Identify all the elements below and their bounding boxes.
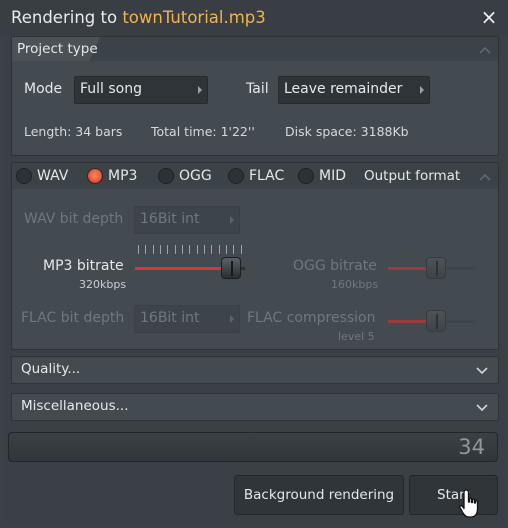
quality-label: Quality...: [21, 361, 81, 377]
mid-label[interactable]: MID: [319, 168, 346, 184]
window-title: Rendering to townTutorial.mp3: [11, 8, 266, 27]
flac-bit-depth-dropdown[interactable]: 16Bit int: [134, 305, 240, 333]
start-button[interactable]: Start: [409, 475, 498, 515]
flac-bit-depth-label: FLAC bit depth: [21, 310, 125, 326]
chevron-up-icon[interactable]: [478, 43, 492, 57]
flac-compression-knob[interactable]: [426, 310, 446, 332]
tail-value: Leave remainder: [284, 81, 403, 97]
slider-tick: [182, 245, 184, 254]
ogg-bitrate-label: OGG bitrate: [293, 258, 377, 274]
flac-compression-value: level 5: [338, 330, 375, 343]
tail-dropdown[interactable]: Leave remainder: [278, 76, 430, 104]
hand-cursor-icon: [459, 489, 479, 518]
output-format-panel: WAV MP3 OGG FLAC MID Output format WAV b…: [11, 162, 499, 350]
mode-dropdown[interactable]: Full song: [74, 76, 208, 104]
window-title-file: townTutorial.mp3: [122, 8, 266, 27]
render-progress-bar: 34: [8, 432, 498, 462]
slider-tick: [211, 245, 213, 254]
miscellaneous-label: Miscellaneous...: [21, 398, 129, 414]
ogg-bitrate-knob[interactable]: [426, 257, 446, 279]
ogg-radio[interactable]: [158, 168, 174, 184]
title-bar: Rendering to townTutorial.mp3 ×: [0, 0, 508, 36]
project-type-title: Project type: [17, 41, 98, 57]
mp3-bitrate-fill: [135, 267, 231, 270]
length-info: Length: 34 bars: [24, 124, 123, 139]
slider-tick: [240, 245, 242, 254]
slider-tick: [204, 245, 206, 254]
wav-bit-depth-dropdown[interactable]: 16Bit int: [134, 206, 240, 234]
mp3-label[interactable]: MP3: [108, 168, 137, 184]
ogg-bitrate-value: 160kbps: [331, 278, 379, 291]
caret-right-icon: [230, 216, 234, 224]
mp3-bitrate-value: 320kbps: [79, 278, 127, 291]
slider-tick: [167, 245, 169, 254]
mp3-bitrate-knob[interactable]: [221, 257, 241, 279]
slider-tick: [218, 245, 220, 254]
mp3-bitrate-ticks: [138, 245, 242, 254]
mode-value: Full song: [80, 81, 143, 97]
total-time-info: Total time: 1'22'': [151, 124, 255, 139]
render-progress-fill: [9, 433, 497, 461]
project-type-header[interactable]: Project type: [12, 37, 498, 61]
close-icon[interactable]: ×: [480, 7, 498, 27]
chevron-down-icon[interactable]: [476, 401, 488, 413]
chevron-down-icon[interactable]: [476, 364, 488, 376]
window-title-prefix: Rendering to: [11, 8, 123, 27]
wav-label[interactable]: WAV: [37, 168, 68, 184]
flac-radio[interactable]: [228, 168, 244, 184]
slider-tick: [196, 245, 198, 254]
tail-label: Tail: [246, 81, 269, 97]
quality-section[interactable]: Quality...: [11, 356, 499, 384]
slider-tick: [226, 245, 228, 254]
ogg-label[interactable]: OGG: [179, 168, 212, 184]
slider-tick: [138, 245, 139, 254]
miscellaneous-section[interactable]: Miscellaneous...: [11, 393, 499, 421]
render-progress-value: 34: [458, 435, 485, 459]
flac-compression-label: FLAC compression: [247, 310, 376, 326]
caret-right-icon: [230, 315, 234, 323]
disk-space-info: Disk space: 3188Kb: [285, 124, 409, 139]
mp3-bitrate-label: MP3 bitrate: [43, 258, 124, 274]
slider-tick: [233, 245, 235, 254]
mode-label: Mode: [24, 81, 63, 97]
slider-tick: [152, 245, 154, 254]
project-type-panel: Project type Mode Full song Tail Leave r…: [11, 36, 499, 156]
wav-bit-depth-label: WAV bit depth: [24, 211, 124, 227]
caret-right-icon: [420, 86, 424, 94]
background-rendering-label: Background rendering: [243, 487, 395, 503]
background-rendering-button[interactable]: Background rendering: [234, 475, 404, 515]
slider-tick: [189, 245, 191, 254]
chevron-up-icon[interactable]: [478, 170, 492, 184]
mp3-radio[interactable]: [87, 168, 103, 184]
output-format-title: Output format: [364, 168, 461, 184]
wav-radio[interactable]: [16, 168, 32, 184]
slider-tick: [145, 245, 147, 254]
wav-bit-depth-value: 16Bit int: [140, 211, 200, 227]
slider-tick: [174, 245, 176, 254]
slider-tick: [160, 245, 162, 254]
caret-right-icon: [198, 86, 202, 94]
mid-radio[interactable]: [298, 168, 314, 184]
flac-label[interactable]: FLAC: [249, 168, 284, 184]
output-format-header: WAV MP3 OGG FLAC MID Output format: [12, 163, 498, 189]
flac-bit-depth-value: 16Bit int: [140, 310, 200, 326]
